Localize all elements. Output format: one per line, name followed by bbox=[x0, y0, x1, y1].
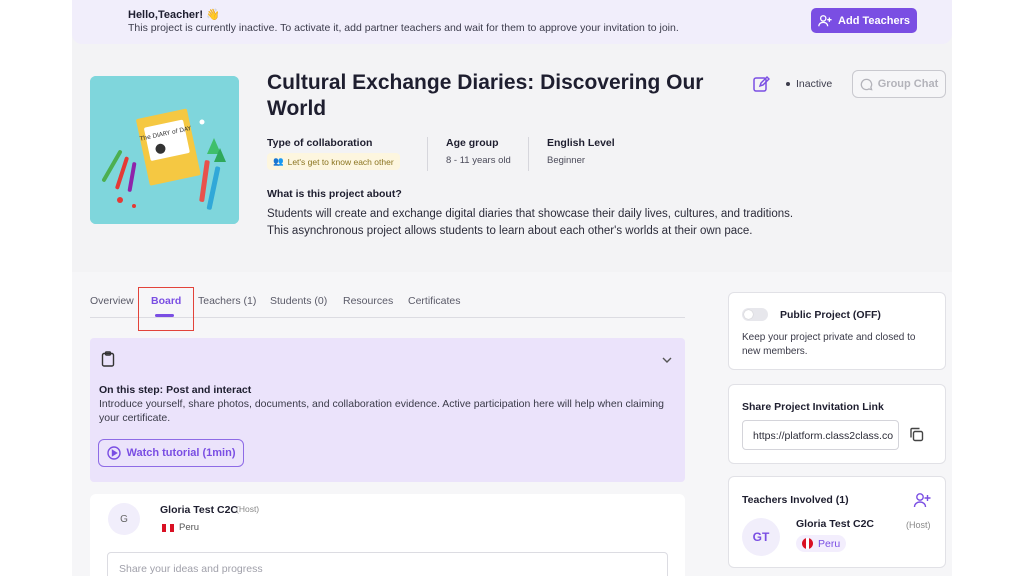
post-author-country: Peru bbox=[162, 522, 199, 533]
step-title: On this step: Post and interact bbox=[99, 384, 252, 396]
add-teacher-icon[interactable] bbox=[913, 491, 931, 509]
tab-overview[interactable]: Overview bbox=[90, 295, 134, 307]
collaboration-type-value: Let's get to know each other bbox=[287, 156, 394, 167]
copy-icon[interactable] bbox=[908, 426, 925, 443]
banner-greeting: Hello,Teacher! 👋 bbox=[128, 9, 220, 21]
age-group-value: 8 - 11 years old bbox=[446, 155, 511, 166]
group-chat-button[interactable]: Group Chat bbox=[852, 70, 946, 98]
english-level-value: Beginner bbox=[547, 155, 586, 166]
meta-divider bbox=[528, 137, 529, 171]
post-author-name: Gloria Test C2C bbox=[160, 504, 238, 516]
page: Hello,Teacher! 👋 This project is current… bbox=[0, 0, 1024, 576]
teacher-name: Gloria Test C2C bbox=[796, 518, 874, 530]
teacher-country-label: Peru bbox=[818, 537, 841, 550]
tab-resources[interactable]: Resources bbox=[343, 295, 393, 307]
status-label: Inactive bbox=[796, 78, 833, 90]
collaboration-type-label: Type of collaboration bbox=[267, 137, 373, 149]
english-level-label: English Level bbox=[547, 137, 615, 149]
chevron-down-icon[interactable] bbox=[661, 353, 673, 365]
clipboard-icon bbox=[101, 351, 115, 367]
edit-icon[interactable] bbox=[752, 75, 771, 93]
avatar: G bbox=[108, 503, 140, 535]
step-text: Introduce yourself, share photos, docume… bbox=[99, 398, 664, 424]
group-chat-label: Group Chat bbox=[877, 78, 939, 90]
peru-flag-icon bbox=[802, 538, 813, 549]
add-teachers-button[interactable]: Add Teachers bbox=[811, 8, 917, 33]
board-tab-highlight-box bbox=[138, 287, 194, 331]
status-dot bbox=[786, 82, 790, 86]
avatar: GT bbox=[742, 518, 780, 556]
tab-certificates[interactable]: Certificates bbox=[408, 295, 461, 307]
teachers-involved-title: Teachers Involved (1) bbox=[742, 494, 849, 506]
main-content: Hello,Teacher! 👋 This project is current… bbox=[72, 0, 952, 576]
add-teachers-label: Add Teachers bbox=[838, 14, 910, 27]
about-label: What is this project about? bbox=[267, 188, 402, 200]
age-group-label: Age group bbox=[446, 137, 499, 149]
public-project-title: Public Project (OFF) bbox=[780, 309, 881, 321]
project-cover-image: The DIARY of DAY bbox=[90, 76, 239, 224]
public-project-text: Keep your project private and closed to … bbox=[742, 332, 916, 357]
people-icon: 👥 bbox=[273, 156, 284, 166]
project-status: Inactive bbox=[786, 78, 832, 90]
teacher-host-tag: (Host) bbox=[906, 520, 931, 530]
add-user-icon bbox=[818, 14, 832, 26]
watch-tutorial-button[interactable]: Watch tutorial (1min) bbox=[98, 439, 244, 467]
peru-flag-icon bbox=[162, 523, 174, 532]
public-project-toggle[interactable] bbox=[742, 308, 768, 321]
about-text: Students will create and exchange digita… bbox=[267, 208, 794, 237]
post-author-host-tag: (Host) bbox=[236, 504, 260, 514]
play-icon bbox=[106, 446, 121, 460]
chat-icon bbox=[860, 78, 873, 91]
collaboration-type-chip: 👥 Let's get to know each other bbox=[267, 153, 400, 170]
invitation-link-title: Share Project Invitation Link bbox=[742, 401, 884, 413]
tab-teachers[interactable]: Teachers (1) bbox=[198, 295, 256, 307]
project-title: Cultural Exchange Diaries: Discovering O… bbox=[267, 71, 704, 120]
banner-message: This project is currently inactive. To a… bbox=[128, 22, 679, 34]
watch-tutorial-label: Watch tutorial (1min) bbox=[126, 447, 236, 459]
post-country-label: Peru bbox=[179, 522, 200, 533]
share-ideas-input[interactable]: Share your ideas and progress bbox=[107, 552, 668, 576]
tab-students[interactable]: Students (0) bbox=[270, 295, 327, 307]
teacher-country-chip: Peru bbox=[796, 535, 847, 552]
invitation-link-field[interactable]: https://platform.class2class.co bbox=[742, 420, 899, 450]
meta-divider bbox=[427, 137, 428, 171]
cover-illustration: The DIARY of DAY bbox=[90, 76, 239, 224]
